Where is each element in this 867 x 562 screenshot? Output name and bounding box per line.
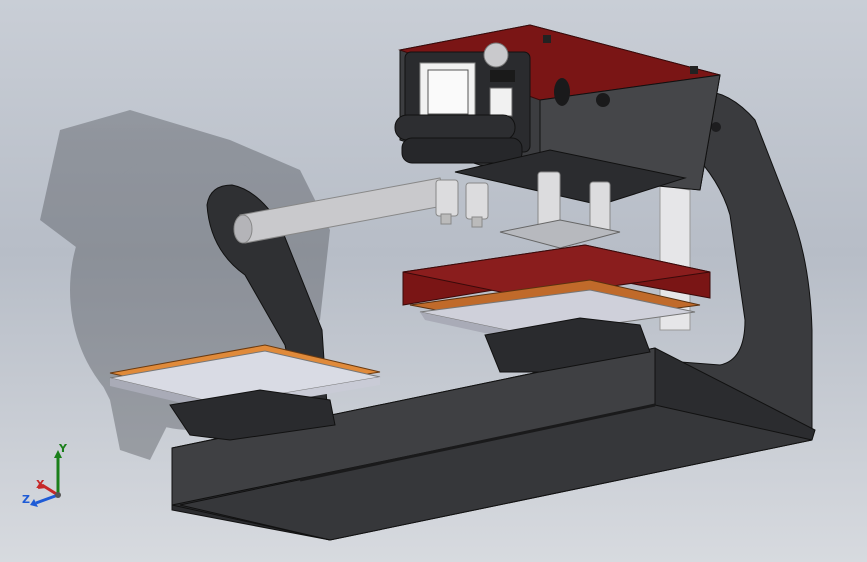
axis-triad: Y X Z [18,440,88,515]
3d-viewport[interactable]: Y X Z [0,0,867,562]
right-frame-bolt [711,122,721,132]
heat-press-model[interactable] [0,0,867,562]
axis-z-label: Z [22,493,30,506]
axis-y-label: Y [59,442,67,455]
control-knob[interactable] [483,42,509,68]
power-switch[interactable] [489,87,513,117]
axis-x-label: X [36,478,45,491]
control-panel [394,42,531,164]
